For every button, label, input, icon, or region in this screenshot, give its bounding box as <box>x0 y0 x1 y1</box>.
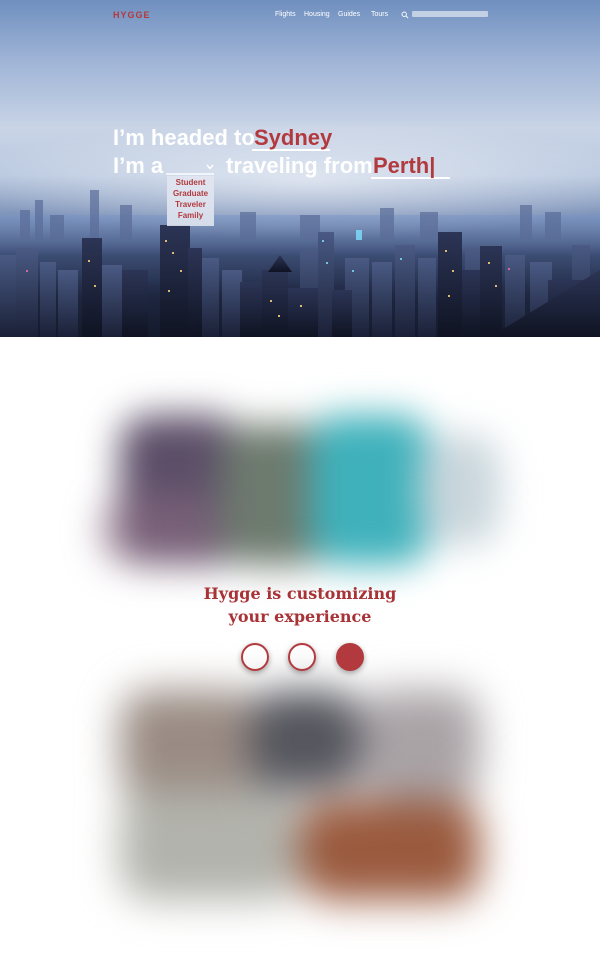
progress-dot-1 <box>241 643 269 671</box>
option-student[interactable]: Student <box>167 178 214 187</box>
hero-banner: HYGGE Flights Housing Guides Tours I’m h… <box>0 0 600 337</box>
loading-title-line-1: Hygge is customizing <box>203 584 397 603</box>
option-family[interactable]: Family <box>167 211 214 220</box>
loading-title-line-2: your experience <box>228 607 372 626</box>
nav-housing[interactable]: Housing <box>304 11 330 18</box>
blurred-preview-top <box>60 395 540 585</box>
search-icon[interactable] <box>401 11 409 19</box>
destination-field[interactable]: Sydney <box>252 125 332 151</box>
option-traveler[interactable]: Traveler <box>167 200 214 209</box>
headline-line-1: I’m headed to <box>113 125 255 150</box>
headline-line-2-middle: traveling from <box>226 153 373 178</box>
option-graduate[interactable]: Graduate <box>167 189 214 198</box>
traveler-type-dropdown: Student Graduate Traveler Family <box>167 176 214 226</box>
nav-guides[interactable]: Guides <box>338 11 360 18</box>
search-input[interactable] <box>412 11 488 17</box>
nav-tours[interactable]: Tours <box>371 11 388 18</box>
chevron-down-icon[interactable] <box>206 164 214 170</box>
nav-flights[interactable]: Flights <box>275 11 296 18</box>
blurred-preview-bottom <box>80 670 520 930</box>
progress-dot-2 <box>288 643 316 671</box>
hygge-logo[interactable]: HYGGE <box>113 10 151 20</box>
progress-dot-3 <box>336 643 364 671</box>
top-navigation: HYGGE Flights Housing Guides Tours <box>0 0 600 30</box>
headline-line-2-prefix: I’m a <box>113 153 164 178</box>
origin-field[interactable]: Perth| <box>371 153 450 179</box>
